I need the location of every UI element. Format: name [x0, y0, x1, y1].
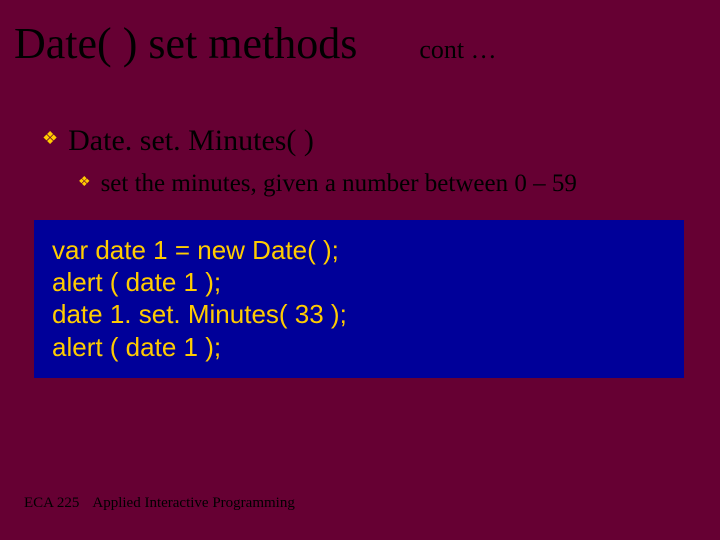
course-code: ECA 225 — [24, 495, 79, 511]
bullet-level-1: ❖ Date. set. Minutes( ) — [42, 124, 314, 158]
code-line: var date 1 = new Date( ); — [52, 234, 666, 266]
code-line: date 1. set. Minutes( 33 ); — [52, 298, 666, 330]
bullet-1-text: Date. set. Minutes( ) — [68, 124, 314, 158]
code-example-box: var date 1 = new Date( ); alert ( date 1… — [34, 220, 684, 378]
course-title: Applied Interactive Programming — [92, 495, 294, 511]
diamond-bullet-icon: ❖ — [78, 170, 91, 197]
slide-title: Date( ) set methods — [14, 18, 357, 69]
diamond-bullet-icon: ❖ — [42, 124, 58, 153]
title-line: Date( ) set methods cont … — [14, 18, 497, 69]
code-line: alert ( date 1 ); — [52, 331, 666, 363]
slide-footer: ECA 225 Applied Interactive Programming — [24, 495, 295, 512]
continuation-label: cont … — [419, 35, 496, 65]
code-line: alert ( date 1 ); — [52, 266, 666, 298]
bullet-level-2: ❖ set the minutes, given a number betwee… — [78, 170, 577, 198]
bullet-2-text: set the minutes, given a number between … — [101, 170, 577, 198]
